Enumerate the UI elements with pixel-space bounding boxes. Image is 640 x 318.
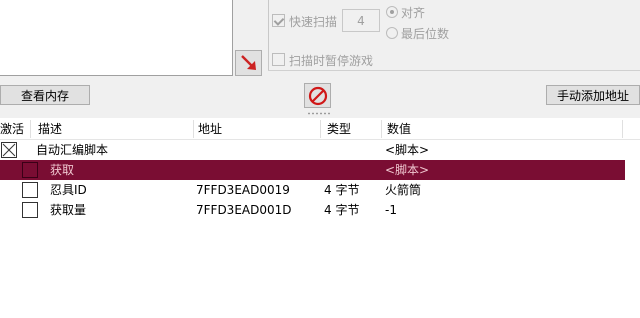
column-divider — [381, 120, 382, 138]
found-addresses-list[interactable] — [0, 0, 233, 76]
row-description: 获取量 — [50, 203, 87, 217]
table-row[interactable]: 获取量 7FFD3EAD001D 4 字节 -1 — [0, 200, 625, 220]
last-digits-label: 最后位数 — [401, 27, 450, 41]
cheat-table[interactable]: 自动汇编脚本 <脚本> 获取 <脚本> 忍具ID 7FFD3EAD0019 4 … — [0, 140, 640, 318]
fast-scan-checkbox[interactable] — [272, 14, 285, 27]
column-active[interactable]: 激活 — [0, 118, 24, 139]
x-mark-icon — [2, 143, 16, 157]
stop-icon — [308, 86, 327, 105]
align-label: 对齐 — [401, 6, 426, 20]
activate-checkbox[interactable] — [22, 162, 38, 178]
row-description: 获取 — [50, 163, 75, 177]
add-selected-to-table-button[interactable] — [235, 50, 262, 76]
column-description[interactable]: 描述 — [38, 118, 62, 139]
table-row[interactable]: 忍具ID 7FFD3EAD0019 4 字节 火箭筒 — [0, 180, 625, 200]
add-address-manually-button[interactable]: 手动添加地址 — [546, 85, 640, 105]
row-description: 自动汇编脚本 — [36, 143, 109, 157]
row-type: 4 字节 — [324, 183, 360, 197]
row-description: 忍具ID — [50, 183, 87, 197]
column-divider — [320, 120, 321, 138]
column-divider — [622, 120, 623, 138]
column-divider — [193, 120, 194, 138]
row-value[interactable]: 火箭筒 — [385, 180, 421, 200]
activate-checkbox[interactable] — [1, 142, 17, 158]
options-panel-bottom-border — [268, 70, 640, 71]
activate-checkbox[interactable] — [22, 182, 38, 198]
row-value[interactable]: <脚本> — [385, 140, 429, 160]
view-memory-button[interactable]: 查看内存 — [0, 85, 90, 105]
row-type: 4 字节 — [324, 203, 360, 217]
activate-checkbox[interactable] — [22, 202, 38, 218]
last-digits-radio[interactable] — [386, 27, 398, 39]
options-panel-border — [268, 0, 269, 70]
row-value[interactable]: <脚本> — [385, 160, 429, 180]
row-address: 7FFD3EAD0019 — [196, 183, 290, 197]
table-row[interactable]: 自动汇编脚本 <脚本> — [0, 140, 625, 160]
red-arrow-icon — [240, 55, 256, 70]
table-row-selected[interactable]: 获取 <脚本> — [0, 160, 625, 180]
column-value[interactable]: 数值 — [387, 118, 411, 139]
row-address: 7FFD3EAD001D — [196, 203, 292, 217]
fast-scan-value-input[interactable]: 4 — [342, 9, 380, 32]
pause-game-checkbox[interactable] — [272, 53, 285, 66]
column-divider — [30, 120, 31, 138]
clear-list-button[interactable] — [304, 83, 331, 108]
splitter-grip[interactable] — [307, 112, 333, 115]
fast-scan-label: 快速扫描 — [289, 15, 338, 29]
row-value[interactable]: -1 — [385, 200, 397, 220]
column-address[interactable]: 地址 — [198, 118, 222, 139]
align-radio[interactable] — [386, 6, 398, 18]
pause-game-label: 扫描时暂停游戏 — [289, 54, 374, 68]
table-header: 激活 描述 地址 类型 数值 — [0, 118, 640, 140]
column-type[interactable]: 类型 — [327, 118, 351, 139]
